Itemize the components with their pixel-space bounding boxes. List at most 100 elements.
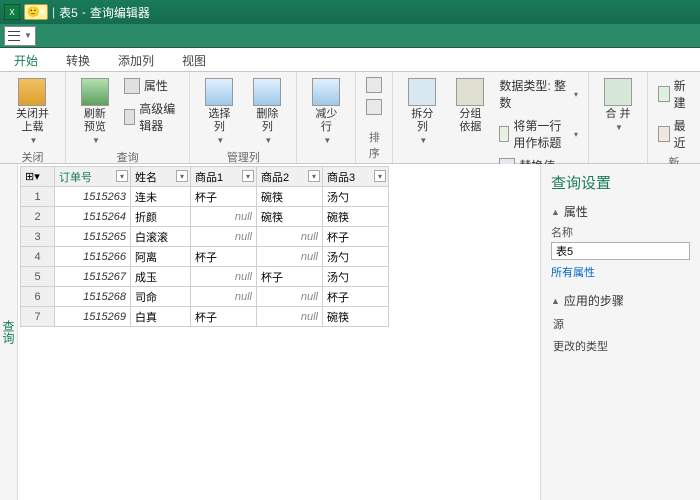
filter-icon[interactable]: ▾ [176, 170, 188, 182]
cell[interactable]: 碗筷 [257, 207, 323, 227]
tab-addcol[interactable]: 添加列 [104, 48, 168, 71]
cell[interactable]: 碗筷 [257, 187, 323, 207]
cell[interactable]: 汤勺 [323, 247, 389, 267]
group-transform: 拆分 列▼ 分组 依据 数据类型: 整数▾ 将第一行用作标题▾ 替换值 转换 [393, 72, 589, 163]
cell[interactable]: 白真 [131, 307, 191, 327]
group-combine: 合 并▼ [589, 72, 648, 163]
chevron-down-icon: ▼ [92, 136, 100, 145]
refresh-button[interactable]: 刷新 预览 ▼ [74, 76, 116, 147]
table-row[interactable]: 11515263连未杯子碗筷汤勺 [21, 187, 389, 207]
step-source[interactable]: 源 [551, 313, 690, 335]
queries-pane-label[interactable]: 查询 [0, 164, 18, 500]
collapse-icon[interactable]: ▲ [551, 296, 560, 306]
col-header[interactable]: 姓名▾ [131, 167, 191, 187]
col-header[interactable]: 商品2▾ [257, 167, 323, 187]
query-settings-pane: 查询设置 ▲属性 名称 所有属性 ▲应用的步骤 源 更改的类型 [540, 164, 700, 500]
cell[interactable]: 杯子 [323, 287, 389, 307]
cell[interactable]: 司命 [131, 287, 191, 307]
tab-transform[interactable]: 转换 [52, 48, 104, 71]
cell-null[interactable]: null [257, 307, 323, 327]
new-source-button[interactable]: 新建 [656, 76, 692, 112]
cell-null[interactable]: null [191, 207, 257, 227]
ribbon-tabs: 开始 转换 添加列 视图 [0, 48, 700, 72]
group-query: 刷新 预览 ▼ 属性 高级编辑器 查询 [66, 72, 190, 163]
filter-icon[interactable]: ▾ [116, 170, 128, 182]
close-load-button[interactable]: 关闭并 上载 ▼ [8, 76, 57, 147]
cell-id[interactable]: 1515267 [55, 267, 131, 287]
group-by-button[interactable]: 分组 依据 [449, 76, 491, 136]
cell[interactable]: 连未 [131, 187, 191, 207]
table-row[interactable]: 61515268司命nullnull杯子 [21, 287, 389, 307]
properties-icon [124, 78, 140, 94]
table-row[interactable]: 51515267成玉null杯子汤勺 [21, 267, 389, 287]
data-type-button[interactable]: 数据类型: 整数▾ [497, 76, 580, 112]
reduce-rows-button[interactable]: 减少 行▼ [305, 76, 347, 147]
col-header[interactable]: 订单号▾ [55, 167, 131, 187]
properties-button[interactable]: 属性 [122, 76, 181, 95]
row-index[interactable]: 6 [21, 287, 55, 307]
table-row[interactable]: 41515266阿离杯子null汤勺 [21, 247, 389, 267]
cell-null[interactable]: null [191, 227, 257, 247]
tab-start[interactable]: 开始 [0, 48, 52, 71]
emoji-dropdown[interactable]: 🙂▾ [24, 4, 48, 20]
select-cols-button[interactable]: 选择 列▼ [198, 76, 240, 147]
cell[interactable]: 成玉 [131, 267, 191, 287]
row-index[interactable]: 2 [21, 207, 55, 227]
cell[interactable]: 汤勺 [323, 267, 389, 287]
cell-id[interactable]: 1515264 [55, 207, 131, 227]
cell[interactable]: 杯子 [191, 247, 257, 267]
cell-null[interactable]: null [257, 287, 323, 307]
table-row[interactable]: 71515269白真杯子null碗筷 [21, 307, 389, 327]
sort-asc-button[interactable] [364, 76, 384, 94]
sort-desc-button[interactable] [364, 98, 384, 116]
cell[interactable]: 折颜 [131, 207, 191, 227]
delete-cols-button[interactable]: 删除 列▼ [246, 76, 288, 147]
titlebar: X 🙂▾ | 表5 - 查询编辑器 [0, 0, 700, 24]
qa-menu-button[interactable]: ▼ [4, 26, 36, 46]
row-index[interactable]: 1 [21, 187, 55, 207]
table-row[interactable]: 31515265白滚滚nullnull杯子 [21, 227, 389, 247]
col-header[interactable]: 商品1▾ [191, 167, 257, 187]
collapse-icon[interactable]: ▲ [551, 207, 560, 217]
cell-null[interactable]: null [191, 267, 257, 287]
row-index[interactable]: 4 [21, 247, 55, 267]
cell[interactable]: 碗筷 [323, 207, 389, 227]
cell-null[interactable]: null [191, 287, 257, 307]
filter-icon[interactable]: ▾ [242, 170, 254, 182]
cell[interactable]: 阿离 [131, 247, 191, 267]
cell-null[interactable]: null [257, 227, 323, 247]
tab-view[interactable]: 视图 [168, 48, 220, 71]
all-properties-link[interactable]: 所有属性 [551, 264, 690, 280]
reduce-icon [312, 78, 340, 106]
use-first-row-button[interactable]: 将第一行用作标题▾ [497, 116, 580, 152]
step-changed-type[interactable]: 更改的类型 [551, 335, 690, 357]
name-input[interactable] [551, 242, 690, 260]
grid-corner[interactable]: ⊞▾ [21, 167, 55, 187]
cell[interactable]: 白滚滚 [131, 227, 191, 247]
filter-icon[interactable]: ▾ [374, 170, 386, 182]
cell[interactable]: 杯子 [323, 227, 389, 247]
cell-id[interactable]: 1515268 [55, 287, 131, 307]
col-header[interactable]: 商品3▾ [323, 167, 389, 187]
cell[interactable]: 汤勺 [323, 187, 389, 207]
recent-source-button[interactable]: 最近 [656, 116, 692, 152]
cell-null[interactable]: null [257, 247, 323, 267]
cell[interactable]: 碗筷 [323, 307, 389, 327]
split-col-button[interactable]: 拆分 列▼ [401, 76, 443, 147]
filter-icon[interactable]: ▾ [308, 170, 320, 182]
cell[interactable]: 杯子 [191, 187, 257, 207]
cell[interactable]: 杯子 [191, 307, 257, 327]
cell-id[interactable]: 1515266 [55, 247, 131, 267]
cell-id[interactable]: 1515263 [55, 187, 131, 207]
adv-editor-button[interactable]: 高级编辑器 [122, 99, 181, 135]
row-index[interactable]: 5 [21, 267, 55, 287]
cell-id[interactable]: 1515269 [55, 307, 131, 327]
applied-steps-section: ▲应用的步骤 源 更改的类型 [551, 292, 690, 357]
combine-button[interactable]: 合 并▼ [597, 76, 639, 134]
data-grid[interactable]: ⊞▾订单号▾姓名▾商品1▾商品2▾商品3▾ 11515263连未杯子碗筷汤勺21… [20, 166, 389, 327]
row-index[interactable]: 7 [21, 307, 55, 327]
cell-id[interactable]: 1515265 [55, 227, 131, 247]
cell[interactable]: 杯子 [257, 267, 323, 287]
table-row[interactable]: 21515264折颜null碗筷碗筷 [21, 207, 389, 227]
row-index[interactable]: 3 [21, 227, 55, 247]
